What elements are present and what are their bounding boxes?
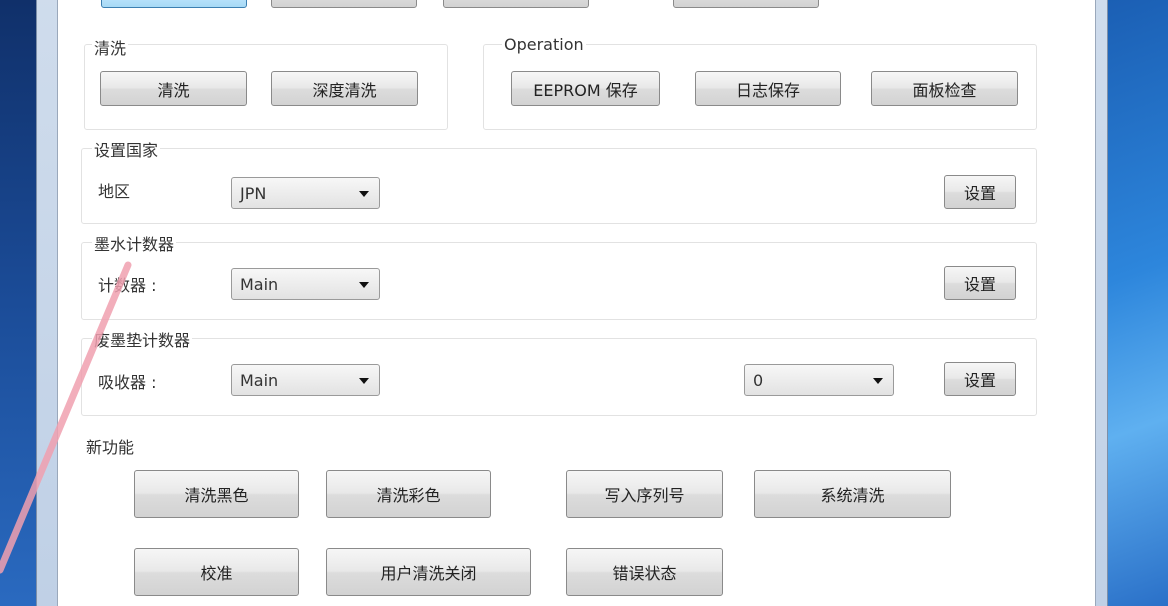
pointer-stroke — [0, 261, 132, 574]
